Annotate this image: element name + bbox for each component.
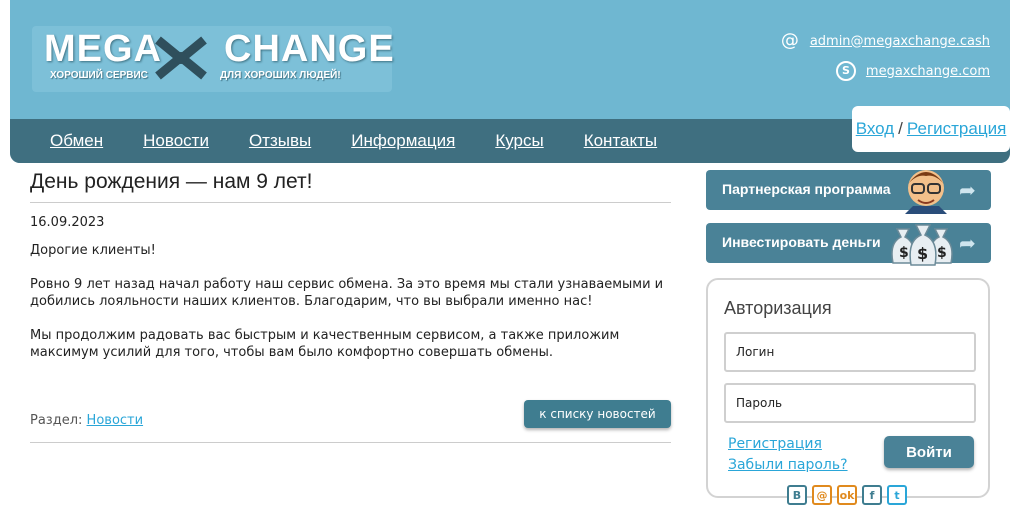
partner-program-banner[interactable]: Партнерская программа ➦	[706, 170, 991, 214]
share-arrow-icon: ➦	[959, 178, 976, 202]
skype-icon: S	[835, 61, 856, 81]
section-label-text: Раздел:	[30, 413, 83, 428]
email-contact: @ admin@megaxchange.cash	[780, 26, 990, 56]
at-icon: @	[780, 30, 799, 51]
skype-contact: S megaxchange.com	[780, 56, 990, 86]
article-date: 16.09.2023	[30, 215, 105, 230]
money-bags-icon: $ $ $	[891, 224, 953, 266]
nav-item-rates[interactable]: Курсы	[495, 131, 543, 151]
article-footer: Раздел: Новости к списку новостей	[30, 400, 671, 443]
vk-icon[interactable]: В	[787, 485, 807, 505]
nav-item-exchange[interactable]: Обмен	[50, 131, 103, 151]
share-arrow-icon: ➦	[959, 231, 976, 255]
header-contacts: @ admin@megaxchange.cash S megaxchange.c…	[780, 26, 990, 86]
forgot-password-link[interactable]: Забыли пароль?	[728, 455, 848, 476]
svg-text:$: $	[917, 244, 928, 263]
login-field[interactable]: Логин	[724, 332, 976, 372]
nav-item-news[interactable]: Новости	[143, 131, 209, 151]
invest-money-label: Инвестировать деньги	[722, 234, 881, 250]
auth-links-box: Вход / Регистрация	[852, 106, 1010, 152]
logo-text-right: CHANGE	[224, 28, 395, 70]
article-title: День рождения — нам 9 лет!	[30, 170, 671, 203]
skype-link[interactable]: megaxchange.com	[866, 64, 990, 79]
back-to-news-button[interactable]: к списку новостей	[524, 400, 671, 428]
email-link[interactable]: admin@megaxchange.cash	[810, 34, 990, 49]
partner-man-icon	[905, 170, 947, 214]
logo-text-left: MEGA	[44, 28, 162, 70]
svg-text:$: $	[937, 245, 947, 261]
news-article: День рождения — нам 9 лет! 16.09.2023 До…	[30, 170, 671, 443]
register-link[interactable]: Регистрация	[907, 119, 1006, 139]
twitter-icon[interactable]: t	[887, 485, 907, 505]
svg-text:$: $	[899, 245, 909, 261]
login-form: Авторизация Логин Пароль Регистрация Заб…	[706, 278, 990, 498]
logo-slogan-left: ХОРОШИЙ СЕРВИС	[50, 70, 148, 81]
nav-item-reviews[interactable]: Отзывы	[249, 131, 311, 151]
invest-money-banner[interactable]: Инвестировать деньги $ $ $ ➦	[706, 223, 991, 266]
register-form-link[interactable]: Регистрация	[728, 434, 848, 455]
password-field[interactable]: Пароль	[724, 383, 976, 423]
login-form-title: Авторизация	[724, 298, 832, 318]
login-form-links: Регистрация Забыли пароль?	[728, 434, 848, 476]
site-header: MEGA CHANGE ХОРОШИЙ СЕРВИС ДЛЯ ХОРОШИХ ЛЮ…	[10, 0, 1010, 163]
partner-program-label: Партнерская программа	[722, 181, 891, 197]
article-paragraph: Мы продолжим радовать вас быстрым и каче…	[30, 328, 620, 360]
auth-separator: /	[898, 119, 903, 138]
article-paragraph: Дорогие клиенты!	[30, 243, 156, 258]
odnoklassniki-icon[interactable]: ok	[837, 485, 857, 505]
exchange-arrows-icon	[155, 36, 207, 80]
social-links: В @ ok f t	[787, 485, 912, 505]
section-link[interactable]: Новости	[87, 413, 144, 428]
nav-item-information[interactable]: Информация	[351, 131, 455, 151]
section-label: Раздел: Новости	[30, 413, 143, 428]
facebook-icon[interactable]: f	[862, 485, 882, 505]
logo-slogan-right: ДЛЯ ХОРОШИХ ЛЮДЕЙ!	[220, 70, 341, 81]
nav-item-contacts[interactable]: Контакты	[584, 131, 657, 151]
login-link[interactable]: Вход	[856, 119, 894, 139]
login-submit-button[interactable]: Войти	[884, 436, 974, 468]
site-logo[interactable]: MEGA CHANGE ХОРОШИЙ СЕРВИС ДЛЯ ХОРОШИХ ЛЮ…	[32, 26, 395, 92]
mail-icon[interactable]: @	[812, 485, 832, 505]
logo-wordmark: MEGA CHANGE	[44, 28, 395, 71]
article-paragraph: Ровно 9 лет назад начал работу наш серви…	[30, 277, 664, 309]
